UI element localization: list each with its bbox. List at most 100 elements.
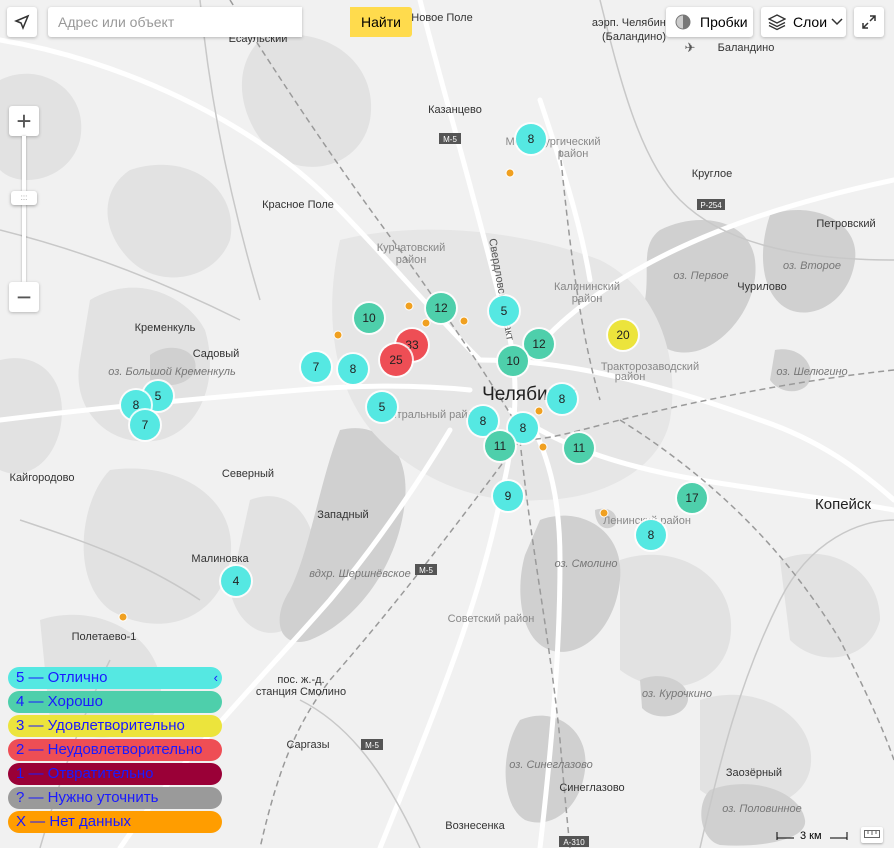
cluster-marker-count: 8: [559, 392, 566, 406]
traffic-label: Пробки: [700, 14, 748, 30]
label-poletaevo: Полетаево-1: [72, 631, 137, 643]
label-airport: аэрп. Челябинск: [592, 17, 676, 29]
navigation-arrow-icon: [14, 14, 30, 30]
layers-button[interactable]: Слои: [761, 7, 846, 37]
legend-item-unsatisfactory: 2 — Неудовлетворительно: [8, 739, 222, 761]
legend-item-good: 4 — Хорошо: [8, 691, 222, 713]
legend-item-no-data: X — Нет данных: [8, 811, 222, 833]
label-kazantsevo: Казанцево: [428, 104, 482, 116]
label-lake-kurochkino: оз. Курочкино: [642, 688, 712, 700]
label-smolino-station-2: станция Смолино: [256, 686, 346, 698]
label-lake-shelyugino: оз. Шелюгино: [776, 366, 847, 378]
cluster-marker-count: 7: [313, 360, 320, 374]
scale-bar: 3 км: [776, 830, 848, 844]
label-krasnoe-pole: Красное Поле: [262, 199, 334, 211]
cluster-marker-count: 10: [506, 354, 520, 368]
cluster-marker[interactable]: 7: [128, 408, 162, 442]
cluster-marker-count: 12: [434, 301, 448, 315]
cluster-marker-count: 8: [350, 362, 357, 376]
label-lake-kremenkul: оз. Большой Кременкуль: [108, 366, 236, 378]
label-kalinin-district-2: район: [572, 293, 603, 305]
cluster-marker[interactable]: 17: [675, 481, 709, 515]
zoom-slider-handle[interactable]: :::: [11, 191, 37, 205]
label-metallurgical-district-2: район: [558, 148, 589, 160]
label-kopeisk: Копейск: [815, 496, 871, 513]
label-smolino-station: пос. ж.-д.: [277, 674, 324, 686]
label-sovetsky-district: Советский район: [448, 613, 535, 625]
search-input[interactable]: [48, 7, 302, 37]
legend-label: 5 — Отлично: [16, 669, 108, 686]
cluster-marker[interactable]: 8: [514, 122, 548, 156]
cluster-marker[interactable]: 5: [487, 294, 521, 328]
label-lake-pervoe: оз. Первое: [673, 270, 728, 282]
traffic-button[interactable]: Пробки: [666, 7, 753, 37]
cluster-marker[interactable]: 25: [378, 342, 414, 378]
label-zapadny: Западный: [317, 509, 368, 521]
zoom-slider-track[interactable]: [22, 136, 26, 282]
ruler-icon: [864, 830, 880, 838]
cluster-marker-count: 12: [532, 337, 546, 351]
label-kurchatov-district: Курчатовский: [377, 242, 446, 254]
label-reservoir-shershni: вдхр. Шершнёвское: [309, 568, 410, 580]
label-traktor-district-2: район: [615, 371, 646, 383]
cluster-marker[interactable]: 8: [336, 352, 370, 386]
road-label-r254: P-254: [700, 201, 722, 210]
label-sineglazovo: Синеглазово: [559, 782, 624, 794]
legend-label: 2 — Неудовлетворительно: [16, 741, 203, 758]
traffic-light-icon: [675, 14, 691, 30]
cluster-marker-count: 8: [528, 132, 535, 146]
label-airport-sub: (Баландино): [602, 31, 666, 43]
search-bar: Найти: [48, 7, 412, 37]
label-lake-smolino: оз. Смолино: [554, 558, 617, 570]
label-kaigorodovo: Кайгородово: [10, 472, 75, 484]
legend-item-disgusting: 1 — Отвратительно: [8, 763, 222, 785]
cluster-marker[interactable]: 11: [483, 429, 517, 463]
cluster-marker[interactable]: 8: [545, 382, 579, 416]
label-kalinin-district: Калининский: [554, 281, 620, 293]
legend-item-needs-clarification: ? — Нужно уточнить: [8, 787, 222, 809]
fullscreen-button[interactable]: [854, 7, 884, 37]
label-zaozerny: Заозёрный: [726, 767, 782, 779]
cluster-marker-count: 8: [648, 528, 655, 542]
search-button[interactable]: Найти: [350, 7, 412, 37]
road-label-m5-far-south: M-5: [365, 741, 379, 750]
label-severny: Северный: [222, 468, 274, 480]
legend-label: 3 — Удовлетворительно: [16, 717, 185, 734]
label-lake-sineglazovo: оз. Синеглазово: [509, 759, 593, 771]
label-kremenkul: Кременкуль: [135, 322, 196, 334]
cluster-marker[interactable]: 12: [424, 291, 458, 325]
legend-item-satisfactory: 3 — Удовлетворительно: [8, 715, 222, 737]
collapse-legend-icon[interactable]: ‹: [214, 667, 218, 689]
cluster-marker[interactable]: 8: [634, 518, 668, 552]
road-label-m5-north: M-5: [443, 135, 457, 144]
cluster-marker-count: 25: [389, 353, 403, 367]
cluster-marker-count: 5: [501, 304, 508, 318]
cluster-marker-count: 11: [494, 439, 507, 453]
cluster-marker[interactable]: 4: [219, 564, 253, 598]
geolocation-button[interactable]: [7, 7, 37, 37]
label-balandino: Баландино: [718, 42, 775, 54]
cluster-marker[interactable]: 7: [299, 350, 333, 384]
label-novoe-pole: Новое Поле: [411, 12, 472, 24]
cluster-marker-count: 8: [520, 421, 527, 435]
label-sadovy: Садовый: [193, 348, 240, 360]
cluster-marker[interactable]: 9: [491, 479, 525, 513]
label-lake-vtoroe: оз. Второе: [783, 260, 841, 272]
cluster-marker-count: 4: [233, 574, 240, 588]
cluster-marker[interactable]: 10: [496, 344, 530, 378]
zoom-in-button[interactable]: +: [9, 106, 39, 136]
label-malinovka: Малиновка: [191, 553, 249, 565]
rating-legend: 5 — Отлично ‹ 4 — Хорошо 3 — Удовлетворит…: [8, 667, 222, 835]
legend-label: 1 — Отвратительно: [16, 765, 154, 782]
zoom-out-button[interactable]: −: [9, 282, 39, 312]
cluster-marker[interactable]: 11: [562, 431, 596, 465]
layers-icon: [768, 14, 786, 31]
label-petrovsky: Петровский: [816, 218, 875, 230]
cluster-marker[interactable]: 5: [365, 390, 399, 424]
cluster-marker[interactable]: 20: [606, 318, 640, 352]
label-voznesenka: Вознесенка: [445, 820, 505, 832]
legend-label: ? — Нужно уточнить: [16, 789, 159, 806]
cluster-marker[interactable]: 10: [352, 301, 386, 335]
scale-label: 3 км: [800, 830, 822, 842]
ruler-button[interactable]: [861, 827, 883, 843]
